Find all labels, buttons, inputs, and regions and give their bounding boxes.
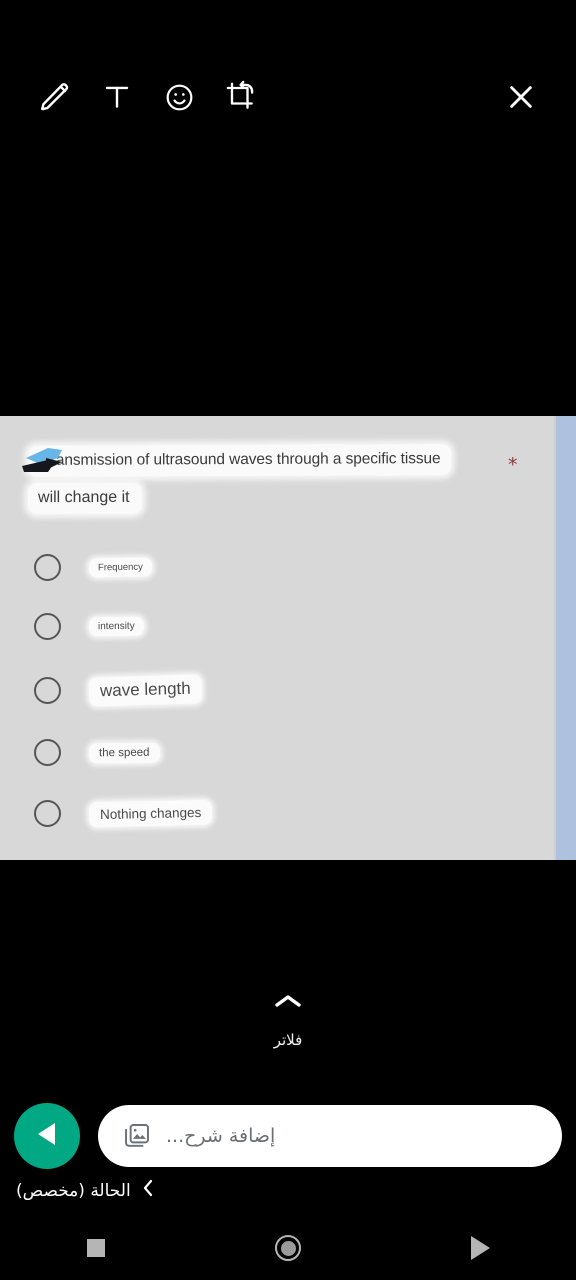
caption-placeholder: إضافة شرح...	[166, 1125, 276, 1147]
option-row[interactable]: Nothing changes	[34, 799, 213, 828]
gallery-icon[interactable]	[122, 1121, 152, 1151]
draw-icon	[38, 80, 72, 114]
phone-screen: Transmission of ultrasound waves through…	[0, 0, 576, 1280]
option-row[interactable]: wave length	[34, 674, 203, 707]
option-row[interactable]: the speed	[34, 739, 160, 766]
close-button[interactable]	[490, 66, 552, 128]
nav-recents-button[interactable]	[0, 1216, 192, 1280]
radio-button-icon[interactable]	[34, 739, 61, 766]
square-recents-icon	[87, 1239, 105, 1257]
draw-tool-button[interactable]	[24, 66, 86, 128]
emoji-smiley-icon	[163, 81, 196, 114]
option-label: the speed	[88, 742, 160, 763]
chevron-up-icon[interactable]	[273, 992, 303, 1015]
text-tool-button[interactable]	[86, 66, 148, 128]
required-asterisk: *	[508, 454, 518, 476]
radio-button-icon[interactable]	[34, 677, 61, 704]
send-button[interactable]	[14, 1103, 80, 1169]
text-icon	[101, 81, 133, 113]
circle-home-icon	[275, 1235, 301, 1261]
question-line-1: Transmission of ultrasound waves through…	[27, 444, 451, 477]
triangle-back-icon	[470, 1236, 490, 1260]
crop-rotate-tool-button[interactable]	[210, 66, 272, 128]
radio-button-icon[interactable]	[34, 800, 61, 827]
option-label: intensity	[88, 616, 144, 637]
sticker-tool-button[interactable]	[148, 66, 210, 128]
radio-button-icon[interactable]	[34, 613, 61, 640]
status-bar	[0, 0, 576, 56]
filters-area[interactable]: فلاتر	[0, 992, 576, 1049]
android-nav-bar	[0, 1216, 576, 1280]
close-icon	[504, 80, 538, 114]
radio-button-icon[interactable]	[34, 554, 61, 581]
option-label: Frequency	[88, 557, 153, 578]
option-row[interactable]: Frequency	[34, 554, 153, 581]
filters-label: فلاتر	[273, 1031, 303, 1049]
nav-home-button[interactable]	[192, 1216, 384, 1280]
chevron-left-icon[interactable]	[141, 1178, 155, 1203]
caption-input[interactable]: إضافة شرح...	[98, 1105, 562, 1167]
option-row[interactable]: intensity	[34, 613, 144, 640]
question-line-2: will change it	[27, 482, 142, 515]
send-arrow-icon	[31, 1118, 63, 1155]
caption-bar: إضافة شرح...	[0, 1102, 576, 1170]
destination-row[interactable]: الحالة (مخصص)	[16, 1178, 155, 1203]
nav-back-button[interactable]	[384, 1216, 576, 1280]
option-label: wave length	[88, 674, 203, 707]
crop-rotate-icon	[223, 79, 259, 115]
canvas-edge-strip	[556, 416, 576, 860]
option-label: Nothing changes	[88, 799, 213, 828]
destination-label: الحالة (مخصص)	[16, 1180, 131, 1201]
editor-toolbar	[0, 56, 576, 138]
